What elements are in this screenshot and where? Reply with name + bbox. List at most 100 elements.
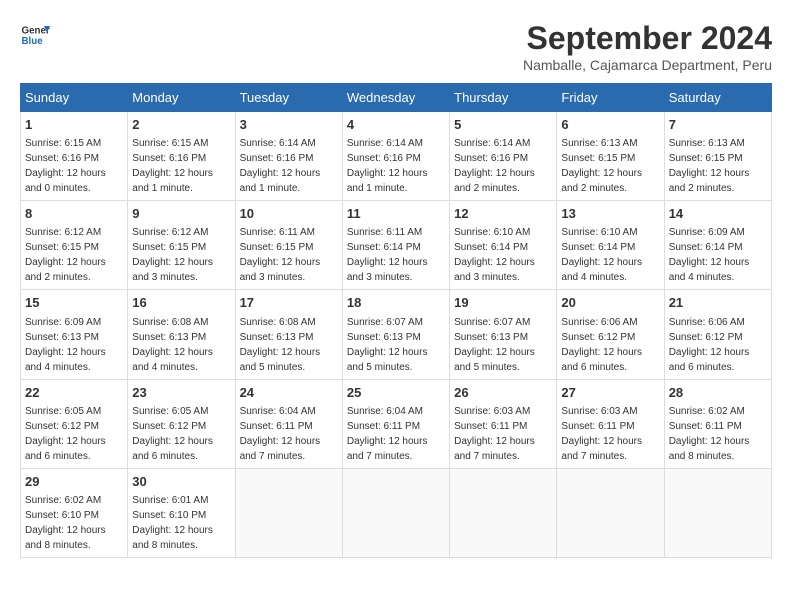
calendar-day-cell: 28 Sunrise: 6:02 AMSunset: 6:11 PMDayligh… xyxy=(664,379,771,468)
calendar-day-cell: 20Sunrise: 6:06 AMSunset: 6:12 PMDayligh… xyxy=(557,290,664,379)
calendar-day-cell: 1 Sunrise: 6:15 AMSunset: 6:16 PMDaylight… xyxy=(21,112,128,201)
month-year-title: September 2024 xyxy=(523,20,772,57)
day-info: Sunrise: 6:04 AMSunset: 6:11 PMDaylight:… xyxy=(240,406,321,462)
calendar-day-cell: 11 Sunrise: 6:11 AMSunset: 6:14 PMDayligh… xyxy=(342,201,449,290)
calendar-day-cell xyxy=(557,468,664,557)
weekday-header-row: SundayMondayTuesdayWednesdayThursdayFrid… xyxy=(21,84,772,112)
day-info: Sunrise: 6:14 AMSunset: 6:16 PMDaylight:… xyxy=(454,138,535,194)
calendar-week-row: 8 Sunrise: 6:12 AMSunset: 6:15 PMDaylight… xyxy=(21,201,772,290)
calendar-day-cell: 7Sunrise: 6:13 AMSunset: 6:15 PMDaylight… xyxy=(664,112,771,201)
day-info: Sunrise: 6:10 AMSunset: 6:14 PMDaylight:… xyxy=(454,227,535,283)
day-info: Sunrise: 6:03 AMSunset: 6:11 PMDaylight:… xyxy=(561,406,642,462)
header: General Blue September 2024 Namballe, Ca… xyxy=(20,20,772,73)
day-number: 30 xyxy=(132,473,230,491)
day-number: 28 xyxy=(669,384,767,402)
day-number: 19 xyxy=(454,294,552,312)
day-info: Sunrise: 6:07 AMSunset: 6:13 PMDaylight:… xyxy=(454,317,535,373)
day-info: Sunrise: 6:15 AMSunset: 6:16 PMDaylight:… xyxy=(132,138,213,194)
day-number: 29 xyxy=(25,473,123,491)
day-number: 18 xyxy=(347,294,445,312)
day-info: Sunrise: 6:09 AMSunset: 6:14 PMDaylight:… xyxy=(669,227,750,283)
day-info: Sunrise: 6:12 AMSunset: 6:15 PMDaylight:… xyxy=(25,227,106,283)
calendar-day-cell: 23 Sunrise: 6:05 AMSunset: 6:12 PMDayligh… xyxy=(128,379,235,468)
day-info: Sunrise: 6:10 AMSunset: 6:14 PMDaylight:… xyxy=(561,227,642,283)
day-number: 10 xyxy=(240,205,338,223)
calendar-day-cell: 30 Sunrise: 6:01 AMSunset: 6:10 PMDayligh… xyxy=(128,468,235,557)
day-number: 6 xyxy=(561,116,659,134)
day-info: Sunrise: 6:12 AMSunset: 6:15 PMDaylight:… xyxy=(132,227,213,283)
day-info: Sunrise: 6:14 AMSunset: 6:16 PMDaylight:… xyxy=(347,138,428,194)
day-number: 17 xyxy=(240,294,338,312)
day-info: Sunrise: 6:05 AMSunset: 6:12 PMDaylight:… xyxy=(25,406,106,462)
calendar-day-cell: 5 Sunrise: 6:14 AMSunset: 6:16 PMDaylight… xyxy=(450,112,557,201)
day-number: 22 xyxy=(25,384,123,402)
calendar-day-cell: 22 Sunrise: 6:05 AMSunset: 6:12 PMDayligh… xyxy=(21,379,128,468)
day-number: 21 xyxy=(669,294,767,312)
weekday-header-monday: Monday xyxy=(128,84,235,112)
title-area: September 2024 Namballe, Cajamarca Depar… xyxy=(523,20,772,73)
calendar-day-cell: 2 Sunrise: 6:15 AMSunset: 6:16 PMDaylight… xyxy=(128,112,235,201)
logo-icon: General Blue xyxy=(20,20,50,50)
day-info: Sunrise: 6:01 AMSunset: 6:10 PMDaylight:… xyxy=(132,495,213,551)
day-info: Sunrise: 6:03 AMSunset: 6:11 PMDaylight:… xyxy=(454,406,535,462)
calendar-day-cell: 26 Sunrise: 6:03 AMSunset: 6:11 PMDayligh… xyxy=(450,379,557,468)
day-number: 7 xyxy=(669,116,767,134)
day-number: 23 xyxy=(132,384,230,402)
day-number: 27 xyxy=(561,384,659,402)
day-number: 25 xyxy=(347,384,445,402)
calendar-day-cell: 8 Sunrise: 6:12 AMSunset: 6:15 PMDaylight… xyxy=(21,201,128,290)
day-info: Sunrise: 6:05 AMSunset: 6:12 PMDaylight:… xyxy=(132,406,213,462)
day-info: Sunrise: 6:08 AMSunset: 6:13 PMDaylight:… xyxy=(240,317,321,373)
day-number: 11 xyxy=(347,205,445,223)
day-number: 12 xyxy=(454,205,552,223)
logo: General Blue xyxy=(20,20,50,50)
calendar-day-cell: 16Sunrise: 6:08 AMSunset: 6:13 PMDayligh… xyxy=(128,290,235,379)
weekday-header-wednesday: Wednesday xyxy=(342,84,449,112)
day-number: 8 xyxy=(25,205,123,223)
weekday-header-saturday: Saturday xyxy=(664,84,771,112)
weekday-header-tuesday: Tuesday xyxy=(235,84,342,112)
day-info: Sunrise: 6:09 AMSunset: 6:13 PMDaylight:… xyxy=(25,317,106,373)
calendar-day-cell: 29 Sunrise: 6:02 AMSunset: 6:10 PMDayligh… xyxy=(21,468,128,557)
calendar-day-cell xyxy=(342,468,449,557)
calendar-day-cell: 4 Sunrise: 6:14 AMSunset: 6:16 PMDaylight… xyxy=(342,112,449,201)
day-number: 26 xyxy=(454,384,552,402)
day-number: 5 xyxy=(454,116,552,134)
weekday-header-thursday: Thursday xyxy=(450,84,557,112)
day-info: Sunrise: 6:04 AMSunset: 6:11 PMDaylight:… xyxy=(347,406,428,462)
day-info: Sunrise: 6:13 AMSunset: 6:15 PMDaylight:… xyxy=(561,138,642,194)
calendar-day-cell: 25 Sunrise: 6:04 AMSunset: 6:11 PMDayligh… xyxy=(342,379,449,468)
calendar-day-cell: 12 Sunrise: 6:10 AMSunset: 6:14 PMDayligh… xyxy=(450,201,557,290)
calendar-day-cell: 9 Sunrise: 6:12 AMSunset: 6:15 PMDaylight… xyxy=(128,201,235,290)
day-info: Sunrise: 6:11 AMSunset: 6:14 PMDaylight:… xyxy=(347,227,428,283)
day-number: 2 xyxy=(132,116,230,134)
calendar-day-cell: 3Sunrise: 6:14 AMSunset: 6:16 PMDaylight… xyxy=(235,112,342,201)
calendar-day-cell: 24 Sunrise: 6:04 AMSunset: 6:11 PMDayligh… xyxy=(235,379,342,468)
day-number: 4 xyxy=(347,116,445,134)
day-number: 1 xyxy=(25,116,123,134)
calendar-day-cell: 13Sunrise: 6:10 AMSunset: 6:14 PMDayligh… xyxy=(557,201,664,290)
day-info: Sunrise: 6:15 AMSunset: 6:16 PMDaylight:… xyxy=(25,138,106,194)
day-number: 3 xyxy=(240,116,338,134)
calendar-day-cell xyxy=(664,468,771,557)
calendar-week-row: 29 Sunrise: 6:02 AMSunset: 6:10 PMDayligh… xyxy=(21,468,772,557)
day-info: Sunrise: 6:06 AMSunset: 6:12 PMDaylight:… xyxy=(669,317,750,373)
calendar-day-cell: 17 Sunrise: 6:08 AMSunset: 6:13 PMDayligh… xyxy=(235,290,342,379)
calendar-body: 1 Sunrise: 6:15 AMSunset: 6:16 PMDaylight… xyxy=(21,112,772,558)
calendar-day-cell: 19 Sunrise: 6:07 AMSunset: 6:13 PMDayligh… xyxy=(450,290,557,379)
calendar-table: SundayMondayTuesdayWednesdayThursdayFrid… xyxy=(20,83,772,558)
day-info: Sunrise: 6:07 AMSunset: 6:13 PMDaylight:… xyxy=(347,317,428,373)
day-info: Sunrise: 6:06 AMSunset: 6:12 PMDaylight:… xyxy=(561,317,642,373)
calendar-day-cell xyxy=(235,468,342,557)
calendar-day-cell: 6 Sunrise: 6:13 AMSunset: 6:15 PMDaylight… xyxy=(557,112,664,201)
calendar-day-cell: 18 Sunrise: 6:07 AMSunset: 6:13 PMDayligh… xyxy=(342,290,449,379)
day-info: Sunrise: 6:02 AMSunset: 6:10 PMDaylight:… xyxy=(25,495,106,551)
day-number: 16 xyxy=(132,294,230,312)
day-number: 24 xyxy=(240,384,338,402)
day-number: 9 xyxy=(132,205,230,223)
day-info: Sunrise: 6:02 AMSunset: 6:11 PMDaylight:… xyxy=(669,406,750,462)
calendar-week-row: 15Sunrise: 6:09 AMSunset: 6:13 PMDayligh… xyxy=(21,290,772,379)
day-number: 14 xyxy=(669,205,767,223)
calendar-day-cell: 27 Sunrise: 6:03 AMSunset: 6:11 PMDayligh… xyxy=(557,379,664,468)
calendar-day-cell xyxy=(450,468,557,557)
